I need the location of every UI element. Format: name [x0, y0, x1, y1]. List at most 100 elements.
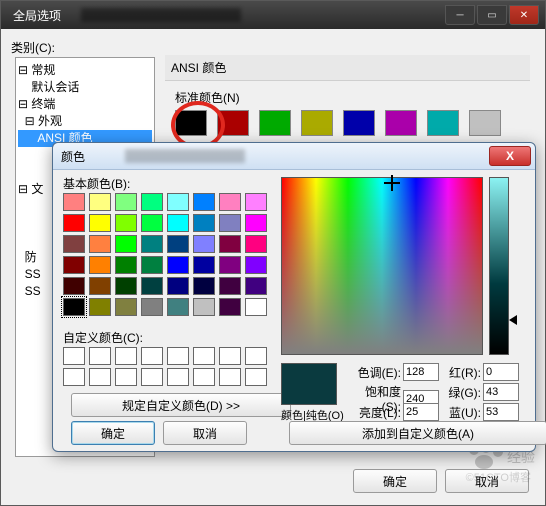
basic-color-cell[interactable]: [193, 214, 215, 232]
basic-color-cell[interactable]: [167, 256, 189, 274]
basic-color-cell[interactable]: [245, 214, 267, 232]
swatch[interactable]: [301, 110, 333, 136]
basic-color-cell[interactable]: [193, 256, 215, 274]
basic-color-cell[interactable]: [89, 214, 111, 232]
red-input[interactable]: [483, 363, 519, 381]
basic-color-cell[interactable]: [89, 193, 111, 211]
lum-input[interactable]: [403, 403, 439, 421]
maximize-button[interactable]: ▭: [477, 5, 507, 25]
custom-color-cell[interactable]: [89, 347, 111, 365]
luminance-arrow-icon: [509, 315, 517, 325]
basic-color-cell[interactable]: [115, 193, 137, 211]
basic-color-cell[interactable]: [63, 298, 85, 316]
custom-color-cell[interactable]: [245, 347, 267, 365]
green-input[interactable]: [483, 383, 519, 401]
hue-input[interactable]: [403, 363, 439, 381]
basic-color-cell[interactable]: [89, 277, 111, 295]
basic-color-cell[interactable]: [167, 277, 189, 295]
basic-color-cell[interactable]: [141, 235, 163, 253]
basic-color-cell[interactable]: [219, 256, 241, 274]
basic-color-cell[interactable]: [141, 256, 163, 274]
color-ok-button[interactable]: 确定: [71, 421, 155, 445]
basic-color-cell[interactable]: [219, 214, 241, 232]
main-titlebar[interactable]: 全局选项 ─ ▭ ✕: [1, 1, 545, 29]
color-cancel-button[interactable]: 取消: [163, 421, 247, 445]
swatch[interactable]: [259, 110, 291, 136]
custom-color-cell[interactable]: [245, 368, 267, 386]
minimize-button[interactable]: ─: [445, 5, 475, 25]
custom-color-cell[interactable]: [219, 347, 241, 365]
custom-color-cell[interactable]: [193, 368, 215, 386]
basic-color-cell[interactable]: [141, 193, 163, 211]
tree-item[interactable]: ⊟ 外观: [18, 113, 152, 130]
basic-color-grid: [63, 193, 267, 316]
basic-colors-label: 基本颜色(B):: [63, 175, 130, 192]
custom-color-cell[interactable]: [167, 347, 189, 365]
basic-color-cell[interactable]: [219, 277, 241, 295]
basic-color-cell[interactable]: [167, 298, 189, 316]
custom-color-cell[interactable]: [115, 347, 137, 365]
basic-color-cell[interactable]: [63, 277, 85, 295]
custom-color-cell[interactable]: [63, 347, 85, 365]
custom-color-cell[interactable]: [115, 368, 137, 386]
basic-color-cell[interactable]: [115, 277, 137, 295]
basic-color-cell[interactable]: [141, 214, 163, 232]
basic-color-cell[interactable]: [219, 298, 241, 316]
swatch[interactable]: [343, 110, 375, 136]
custom-color-cell[interactable]: [141, 347, 163, 365]
color-title-blur: [125, 149, 245, 163]
swatch[interactable]: [175, 110, 207, 136]
basic-color-cell[interactable]: [219, 235, 241, 253]
basic-color-cell[interactable]: [193, 277, 215, 295]
basic-color-cell[interactable]: [115, 214, 137, 232]
swatch[interactable]: [427, 110, 459, 136]
basic-color-cell[interactable]: [245, 277, 267, 295]
define-custom-button[interactable]: 规定自定义颜色(D) >>: [71, 393, 291, 417]
basic-color-cell[interactable]: [63, 193, 85, 211]
basic-color-cell[interactable]: [167, 235, 189, 253]
color-close-button[interactable]: X: [489, 146, 531, 166]
basic-color-cell[interactable]: [89, 235, 111, 253]
add-to-custom-button[interactable]: 添加到自定义颜色(A): [289, 421, 546, 445]
basic-color-cell[interactable]: [115, 298, 137, 316]
basic-color-cell[interactable]: [193, 298, 215, 316]
swatch[interactable]: [385, 110, 417, 136]
custom-color-cell[interactable]: [193, 347, 215, 365]
basic-color-cell[interactable]: [63, 256, 85, 274]
tree-item[interactable]: 默认会话: [18, 79, 152, 96]
basic-color-cell[interactable]: [63, 214, 85, 232]
tree-item[interactable]: ⊟ 常规: [18, 62, 152, 79]
basic-color-cell[interactable]: [193, 235, 215, 253]
custom-color-cell[interactable]: [219, 368, 241, 386]
color-titlebar[interactable]: 颜色 X: [53, 143, 535, 170]
basic-color-cell[interactable]: [115, 235, 137, 253]
custom-color-cell[interactable]: [89, 368, 111, 386]
custom-color-cell[interactable]: [141, 368, 163, 386]
custom-color-cell[interactable]: [63, 368, 85, 386]
basic-color-cell[interactable]: [63, 235, 85, 253]
main-ok-button[interactable]: 确定: [353, 469, 437, 493]
main-cancel-button[interactable]: 取消: [445, 469, 529, 493]
blue-input[interactable]: [483, 403, 519, 421]
custom-color-cell[interactable]: [167, 368, 189, 386]
basic-color-cell[interactable]: [193, 193, 215, 211]
close-button[interactable]: ✕: [509, 5, 539, 25]
basic-color-cell[interactable]: [167, 214, 189, 232]
tree-item[interactable]: ⊟ 终端: [18, 96, 152, 113]
basic-color-cell[interactable]: [167, 193, 189, 211]
basic-color-cell[interactable]: [89, 256, 111, 274]
basic-color-cell[interactable]: [219, 193, 241, 211]
basic-color-cell[interactable]: [245, 298, 267, 316]
swatch[interactable]: [469, 110, 501, 136]
basic-color-cell[interactable]: [245, 193, 267, 211]
basic-color-cell[interactable]: [89, 298, 111, 316]
color-spectrum[interactable]: [281, 177, 483, 355]
basic-color-cell[interactable]: [115, 256, 137, 274]
basic-color-cell[interactable]: [141, 277, 163, 295]
swatch[interactable]: [217, 110, 249, 136]
basic-color-cell[interactable]: [245, 235, 267, 253]
basic-color-cell[interactable]: [141, 298, 163, 316]
luminance-slider[interactable]: [489, 177, 509, 355]
lum-label: 亮度(L):: [349, 404, 401, 421]
basic-color-cell[interactable]: [245, 256, 267, 274]
